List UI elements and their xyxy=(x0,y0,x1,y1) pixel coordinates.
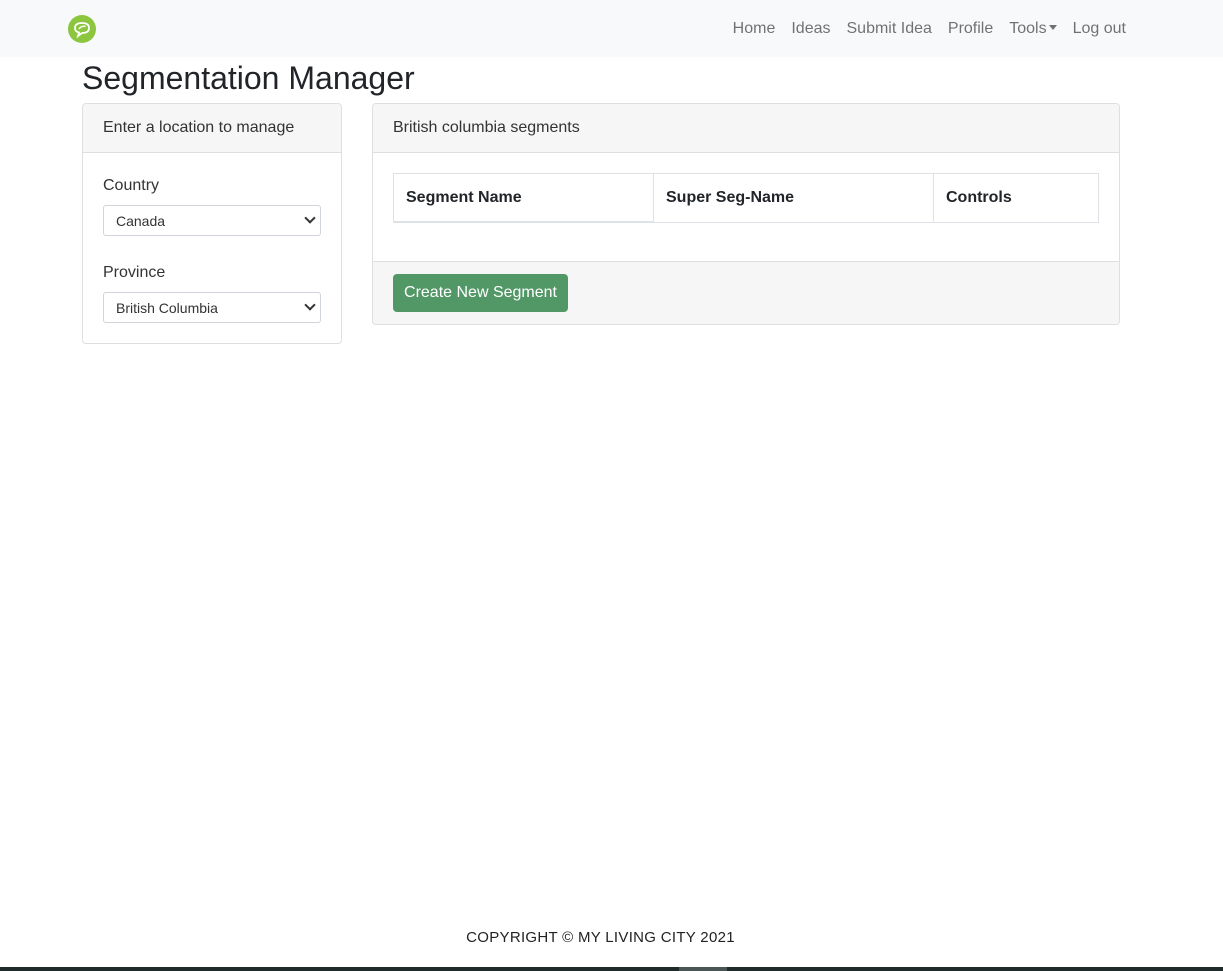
bottom-bar-handle xyxy=(679,967,727,971)
segments-card-header: British columbia segments xyxy=(373,104,1119,153)
country-select[interactable]: Canada xyxy=(103,205,321,236)
column-header-super-seg-name: Super Seg-Name xyxy=(653,173,933,223)
province-select[interactable]: British Columbia xyxy=(103,292,321,323)
column-header-controls: Controls xyxy=(933,173,1099,223)
segments-card: British columbia segments Segment Name S… xyxy=(372,103,1120,325)
brand-logo-icon[interactable] xyxy=(68,15,96,43)
nav-tools-dropdown[interactable]: Tools xyxy=(1009,19,1057,38)
location-card: Enter a location to manage Country Canad… xyxy=(82,103,342,344)
page-title: Segmentation Manager xyxy=(82,60,415,96)
chevron-down-icon xyxy=(304,299,316,311)
country-label: Country xyxy=(103,177,160,194)
top-navbar: Home Ideas Submit Idea Profile Tools Log… xyxy=(0,0,1223,57)
segments-table: Segment Name Super Seg-Name Controls xyxy=(393,173,1099,225)
column-header-segment-name: Segment Name xyxy=(393,173,653,223)
chevron-down-icon xyxy=(304,212,316,224)
bottom-bar xyxy=(0,967,1223,971)
copyright-footer: COPYRIGHT © MY LIVING CITY 2021 xyxy=(466,929,735,946)
nav-logout-link[interactable]: Log out xyxy=(1073,20,1126,38)
nav-profile-link[interactable]: Profile xyxy=(948,20,993,38)
caret-down-icon xyxy=(1048,24,1057,30)
province-select-value: British Columbia xyxy=(116,299,218,316)
country-select-value: Canada xyxy=(116,212,166,229)
location-card-header: Enter a location to manage xyxy=(83,104,341,153)
province-label: Province xyxy=(103,264,166,281)
nav-ideas-link[interactable]: Ideas xyxy=(791,20,830,38)
nav-home-link[interactable]: Home xyxy=(733,20,776,38)
segments-card-footer: Create New Segment xyxy=(373,261,1119,324)
nav-links: Home Ideas Submit Idea Profile Tools Log… xyxy=(717,0,1126,57)
nav-submit-idea-link[interactable]: Submit Idea xyxy=(847,20,932,38)
nav-tools-label: Tools xyxy=(1009,19,1047,37)
create-new-segment-button[interactable]: Create New Segment xyxy=(393,274,568,312)
